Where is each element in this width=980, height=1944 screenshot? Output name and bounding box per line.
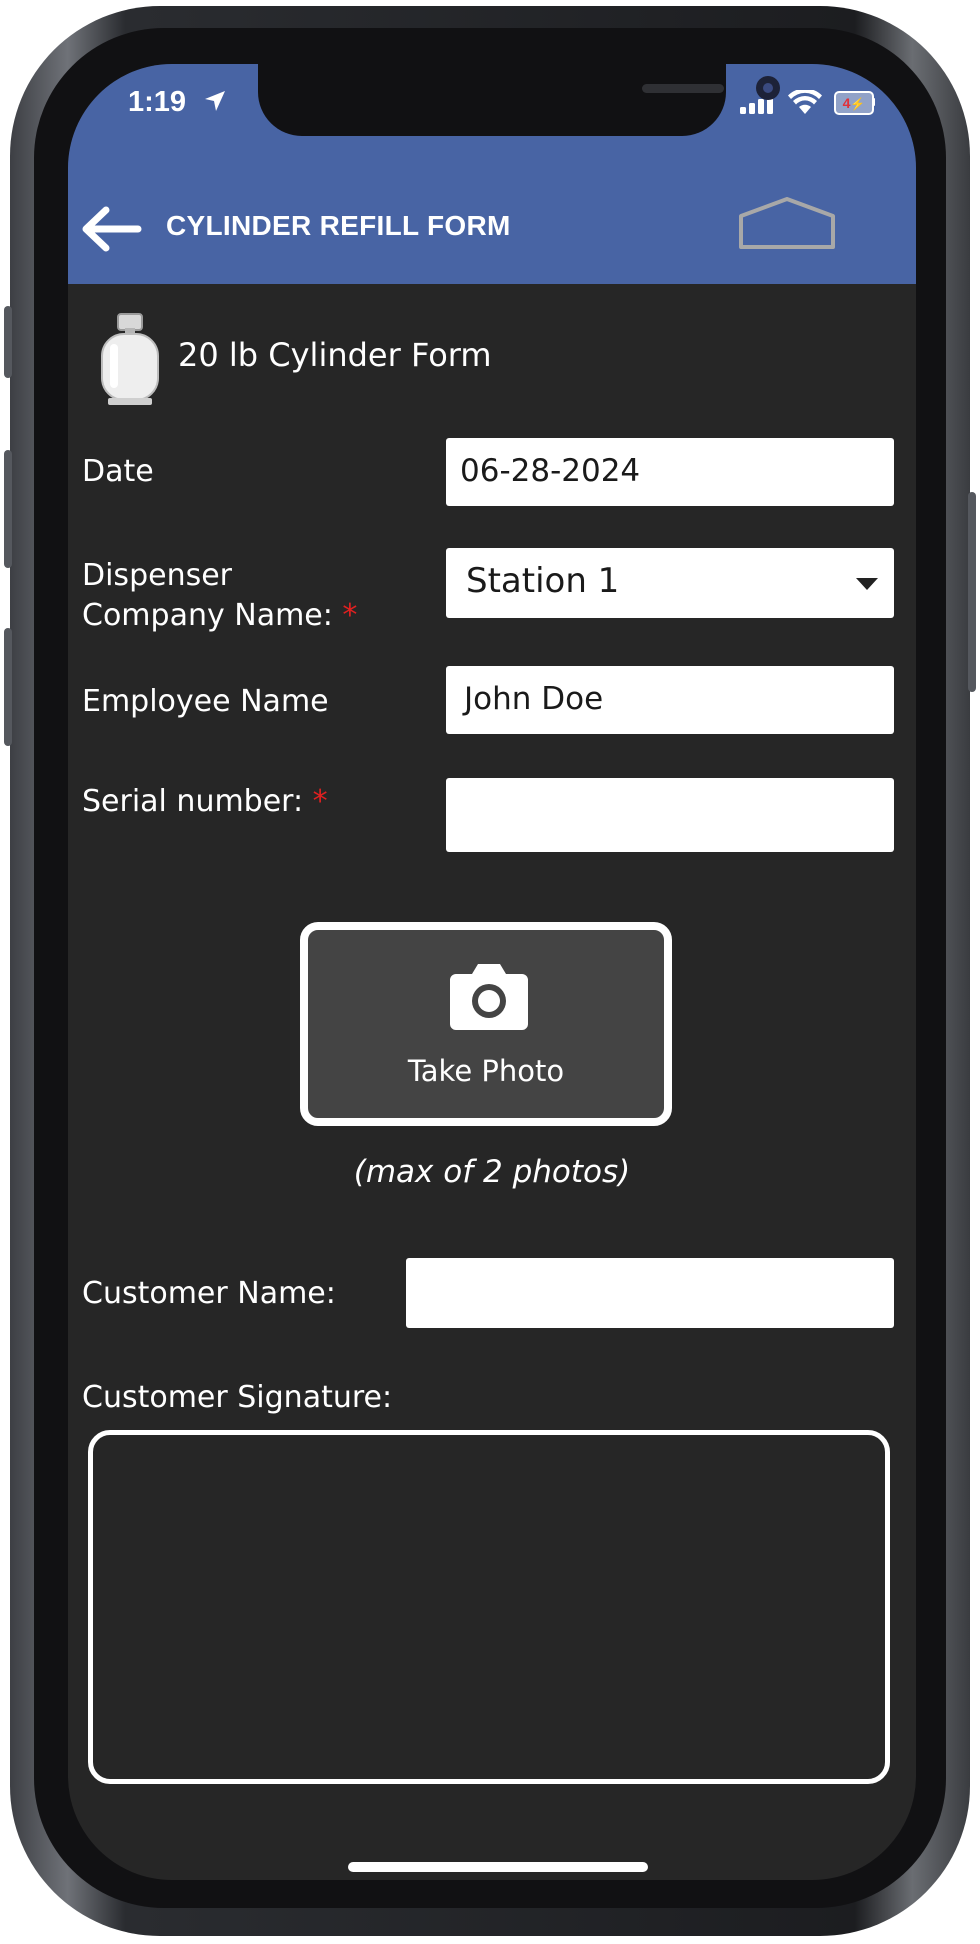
display-notch	[258, 64, 780, 136]
propane-cylinder-icon	[101, 313, 159, 405]
serial-number-field[interactable]	[446, 778, 894, 852]
status-time: 1:19	[128, 86, 187, 118]
battery-tip	[872, 98, 875, 106]
required-marker: *	[312, 784, 328, 819]
volume-down-button	[4, 628, 12, 746]
mute-switch	[4, 306, 12, 378]
signature-pad[interactable]	[88, 1430, 890, 1784]
required-marker: *	[342, 598, 358, 633]
page-title: CYLINDER REFILL FORM	[166, 210, 511, 241]
form-title: 20 lb Cylinder Form	[178, 336, 492, 374]
take-photo-label: Take Photo	[407, 1054, 565, 1088]
customer-name-label: Customer Name:	[82, 1276, 336, 1311]
customer-signature-label: Customer Signature:	[82, 1380, 393, 1415]
dispenser-company-value: Station 1	[466, 561, 620, 601]
home-icon[interactable]	[738, 196, 836, 250]
earpiece-speaker	[642, 84, 724, 93]
phone-frame: 1:19 4⚡ CYLINDER REFILL FORM 20 lb Cylin…	[0, 0, 980, 1944]
camera-icon	[450, 964, 528, 1030]
photo-limit-note: (max of 2 photos)	[353, 1154, 631, 1190]
battery-icon: 4⚡	[834, 91, 874, 115]
home-indicator[interactable]	[348, 1862, 648, 1872]
date-label: Date	[82, 454, 154, 489]
app-screen: 1:19 4⚡ CYLINDER REFILL FORM 20 lb Cylin…	[68, 64, 916, 1880]
dispenser-company-select[interactable]: Station 1	[446, 548, 894, 618]
employee-name-label: Employee Name	[82, 684, 329, 719]
date-field[interactable]: 06-28-2024	[446, 438, 894, 506]
volume-up-button	[4, 450, 12, 568]
front-camera	[756, 76, 780, 100]
take-photo-button[interactable]: Take Photo	[300, 922, 672, 1126]
chevron-down-icon	[856, 578, 878, 590]
location-arrow-icon	[205, 91, 225, 111]
wifi-icon	[788, 90, 822, 114]
power-button	[968, 492, 976, 692]
employee-name-field[interactable]: John Doe	[446, 666, 894, 734]
serial-number-label-text: Serial number:	[82, 784, 304, 819]
dispenser-company-label-line2: Company Name:	[82, 598, 333, 633]
serial-number-label: Serial number: *	[82, 782, 328, 822]
dispenser-company-label-line1: Dispenser	[82, 558, 232, 593]
dispenser-company-label: Dispenser Company Name: *	[82, 556, 357, 636]
customer-name-field[interactable]	[406, 1258, 894, 1328]
arrow-left-icon[interactable]	[78, 204, 144, 254]
